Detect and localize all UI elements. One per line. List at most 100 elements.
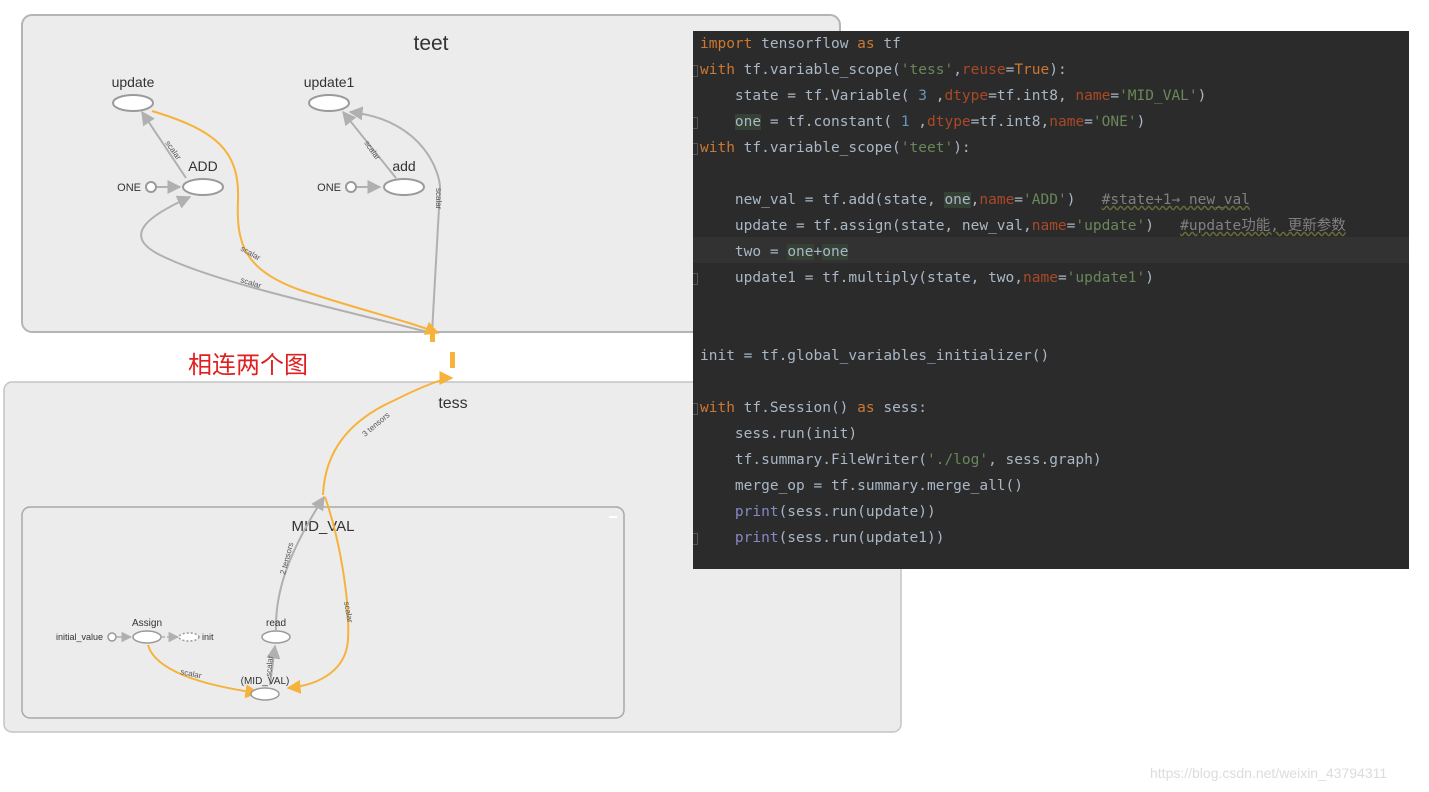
code-token: 'MID_VAL' xyxy=(1119,88,1198,104)
code-line[interactable]: sess.run(init) xyxy=(700,421,857,447)
fold-marker-icon[interactable] xyxy=(693,403,698,415)
read-node-label: read xyxy=(266,618,286,629)
code-token: ) xyxy=(1066,192,1102,208)
one-left-node[interactable] xyxy=(145,181,157,193)
code-token: = xyxy=(1014,192,1024,208)
annotation-text: 相连两个图 xyxy=(188,351,308,379)
mid-val-scope-title: MID_VAL xyxy=(291,518,354,535)
code-token: True xyxy=(1014,62,1050,78)
code-token: one xyxy=(787,244,814,260)
code-line[interactable]: two = one+one xyxy=(700,239,849,265)
code-token: , xyxy=(953,62,962,78)
code-token: #state+1→ new_val xyxy=(1101,192,1251,208)
code-token: tensorflow xyxy=(752,36,858,52)
code-line[interactable]: one = tf.constant( 1 ,dtype=tf.int8,name… xyxy=(700,109,1145,135)
initial-value-node-label: initial_value xyxy=(56,632,103,642)
code-token: = xyxy=(1110,88,1120,104)
code-line[interactable]: with tf.Session() as sess: xyxy=(700,395,927,421)
code-token: new_val = tf.add(state, xyxy=(700,192,945,208)
code-token: dtype xyxy=(927,114,971,130)
code-line[interactable]: merge_op = tf.summary.merge_all() xyxy=(700,473,1023,499)
code-token: name xyxy=(1031,218,1067,234)
code-token: tf.variable_scope( xyxy=(734,140,901,156)
fold-marker-icon[interactable] xyxy=(693,117,698,129)
one-right-node-label: ONE xyxy=(317,182,341,194)
code-token: print xyxy=(734,530,779,546)
watermark-text: https://blog.csdn.net/weixin_43794311 xyxy=(1150,765,1388,781)
code-token: as xyxy=(857,36,875,52)
code-token: =tf.int8, xyxy=(988,88,1076,104)
code-token: 'update1' xyxy=(1066,270,1146,286)
fold-marker-icon[interactable] xyxy=(693,273,698,285)
code-token: one xyxy=(734,114,762,130)
code-token: update1 = tf.multiply(state, two, xyxy=(700,270,1024,286)
fold-marker-icon[interactable] xyxy=(693,533,698,545)
state-connector-node[interactable] xyxy=(430,330,435,342)
code-token: import xyxy=(700,36,753,52)
code-token: one xyxy=(944,192,971,208)
edge-label-mid-val-read: scalar xyxy=(264,655,275,677)
code-line[interactable]: state = tf.Variable( 3 ,dtype=tf.int8, n… xyxy=(700,83,1206,109)
update1-node[interactable] xyxy=(308,94,350,112)
tess-connector-node[interactable] xyxy=(450,352,455,368)
code-token: name xyxy=(1049,114,1085,130)
read-node[interactable] xyxy=(261,630,291,644)
edge-label-state-update1: scalar xyxy=(434,188,443,210)
code-token: update = tf.assign(state, new_val, xyxy=(700,218,1032,234)
code-token: , xyxy=(909,114,928,130)
add-lower-node[interactable] xyxy=(383,178,425,196)
code-editor-panel[interactable]: import tensorflow as tf with tf.variable_… xyxy=(693,31,1409,569)
code-token: as xyxy=(857,400,875,416)
code-token: 'tess' xyxy=(900,62,954,78)
code-token: (sess.run(update1)) xyxy=(778,530,945,546)
code-token: ) xyxy=(1197,88,1207,104)
code-line[interactable]: print(sess.run(update1)) xyxy=(700,525,945,551)
code-line[interactable]: print(sess.run(update)) xyxy=(700,499,936,525)
code-token: './log' xyxy=(926,452,989,468)
code-token: print xyxy=(734,504,779,520)
code-token: one xyxy=(822,244,849,260)
add-upper-node[interactable] xyxy=(182,178,224,196)
add-upper-node-label: ADD xyxy=(188,158,218,174)
code-line[interactable]: new_val = tf.add(state, one,name='ADD') … xyxy=(700,187,1250,213)
assign-node[interactable] xyxy=(132,630,162,644)
code-line[interactable]: import tensorflow as tf xyxy=(700,31,901,57)
code-token: = tf.constant( xyxy=(761,114,901,130)
code-token: tf.Session() xyxy=(734,400,858,416)
code-token: ) xyxy=(1136,114,1146,130)
code-token: tf.summary.FileWriter( xyxy=(700,452,927,468)
add-lower-node-label: add xyxy=(392,158,415,174)
mid-val-node[interactable] xyxy=(250,687,280,701)
code-token: with xyxy=(700,400,735,416)
code-token: (sess.run(update)) xyxy=(778,504,936,520)
fold-marker-icon[interactable] xyxy=(693,65,698,77)
code-token: two = xyxy=(700,244,788,260)
code-token: =tf.int8, xyxy=(970,114,1050,130)
code-line[interactable]: init = tf.global_variables_initializer() xyxy=(700,343,1049,369)
code-token: with xyxy=(700,62,735,78)
code-token: 3 xyxy=(918,88,927,104)
code-token: 1 xyxy=(900,114,910,130)
code-token: 'update' xyxy=(1075,218,1146,234)
code-line[interactable]: with tf.variable_scope('teet'): xyxy=(700,135,971,161)
mid-val-scope-box[interactable] xyxy=(21,506,625,719)
code-line[interactable]: tf.summary.FileWriter('./log', sess.grap… xyxy=(700,447,1102,473)
mid-val-node-label: (MID_VAL) xyxy=(241,676,290,687)
code-token: sess.run(init) xyxy=(700,426,858,442)
one-right-node[interactable] xyxy=(345,181,357,193)
code-line[interactable]: update = tf.assign(state, new_val,name='… xyxy=(700,213,1346,239)
initial-value-node[interactable] xyxy=(107,632,117,642)
code-line[interactable]: update1 = tf.multiply(state, two,name='u… xyxy=(700,265,1154,291)
code-token: name xyxy=(1075,88,1111,104)
code-token: state = tf.Variable( xyxy=(700,88,919,104)
code-token: , sess.graph) xyxy=(988,452,1102,468)
update-node[interactable] xyxy=(112,94,154,112)
init-node[interactable] xyxy=(178,632,200,642)
one-left-node-label: ONE xyxy=(117,182,141,194)
code-token: dtype xyxy=(944,88,989,104)
code-line[interactable]: with tf.variable_scope('tess',reuse=True… xyxy=(700,57,1067,83)
code-token: tf.variable_scope( xyxy=(734,62,901,78)
fold-marker-icon[interactable] xyxy=(693,143,698,155)
